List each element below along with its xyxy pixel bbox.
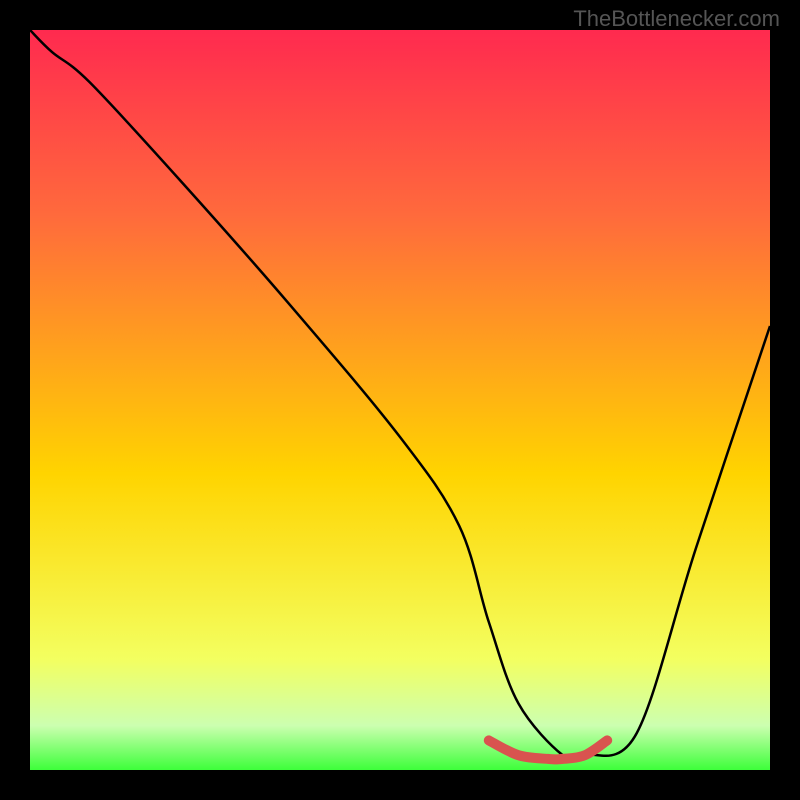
chart-svg bbox=[30, 30, 770, 770]
gradient-background bbox=[30, 30, 770, 770]
chart-area bbox=[30, 30, 770, 770]
watermark-text: TheBottlenecker.com bbox=[573, 6, 780, 32]
